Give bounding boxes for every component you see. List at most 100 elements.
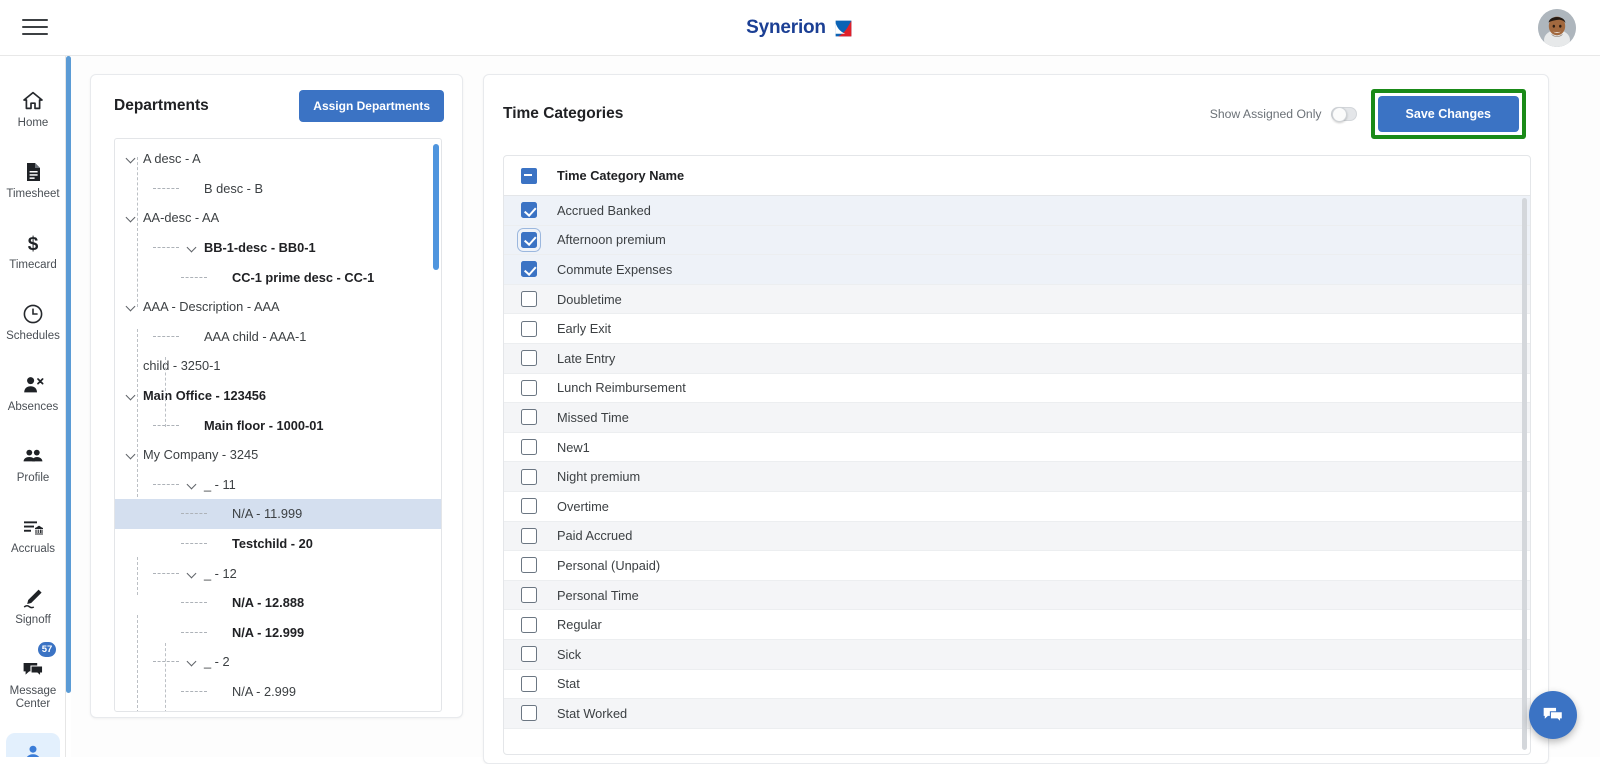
chevron-down-icon[interactable]	[186, 241, 199, 254]
sidebar-item-absences[interactable]: Absences	[0, 356, 66, 427]
table-row[interactable]: Sick	[504, 640, 1530, 670]
chevron-down-icon[interactable]	[186, 478, 199, 491]
tree-item[interactable]: BB-1-desc - BB0-1	[115, 233, 442, 263]
sidebar-item-profile[interactable]: Profile	[0, 427, 66, 498]
sidebar-item-timecard[interactable]: $ Timecard	[0, 214, 66, 285]
sidebar-item-schedules[interactable]: Schedules	[0, 285, 66, 356]
hamburger-menu-icon[interactable]	[22, 16, 48, 38]
time-category-checkbox[interactable]	[521, 498, 537, 514]
time-category-checkbox[interactable]	[521, 676, 537, 692]
tree-item[interactable]: A desc - A	[115, 144, 442, 174]
tree-item-label: Main Office - 123456	[143, 388, 266, 403]
show-assigned-only-toggle[interactable]	[1331, 107, 1357, 121]
sidebar-item-timesheet[interactable]: Timesheet	[0, 143, 66, 214]
table-row[interactable]: Night premium	[504, 462, 1530, 492]
time-category-label: Sick	[557, 647, 581, 662]
table-row[interactable]: Late Entry	[504, 344, 1530, 374]
table-row[interactable]: Early Exit	[504, 314, 1530, 344]
tree-item-label: N/A - 11.999	[232, 506, 302, 521]
tree-item[interactable]: AA-desc - AA	[115, 203, 442, 233]
tree-item[interactable]: _ - 12	[115, 558, 442, 588]
save-changes-button[interactable]: Save Changes	[1378, 96, 1519, 132]
time-category-checkbox[interactable]	[521, 409, 537, 425]
departments-scrollbar-thumb[interactable]	[433, 144, 439, 270]
time-category-checkbox[interactable]	[521, 380, 537, 396]
tree-item[interactable]: B desc - B	[115, 174, 442, 204]
table-row[interactable]: Paid Accrued	[504, 522, 1530, 552]
table-row[interactable]: Commute Expenses	[504, 255, 1530, 285]
tree-leaf-spacer	[214, 685, 227, 698]
tree-item-label: N/A - 12.999	[232, 625, 304, 640]
chevron-down-icon[interactable]	[186, 567, 199, 580]
chat-widget-button[interactable]	[1529, 691, 1577, 739]
tree-leaf-spacer	[214, 537, 227, 550]
tree-item[interactable]: N/A - 11.999	[115, 499, 442, 529]
time-category-checkbox[interactable]	[521, 646, 537, 662]
show-assigned-only-control[interactable]: Show Assigned Only	[1210, 107, 1357, 121]
table-row[interactable]: Stat	[504, 670, 1530, 700]
sidebar-item-signoff[interactable]: Signoff	[0, 569, 66, 640]
list-bank-icon	[21, 515, 45, 539]
time-category-label: Commute Expenses	[557, 262, 672, 277]
sidebar-item-accruals[interactable]: Accruals	[0, 498, 66, 569]
time-category-checkbox[interactable]	[521, 617, 537, 633]
sidebar-nav: Home Timesheet $ Timecard Schedules Abse	[0, 56, 66, 757]
clock-icon	[21, 302, 45, 326]
tree-item-label: AAA - Description - AAA	[143, 299, 280, 314]
table-row[interactable]: New1	[504, 433, 1530, 463]
user-avatar[interactable]	[1538, 9, 1576, 47]
time-category-checkbox[interactable]	[521, 439, 537, 455]
table-row[interactable]: Accrued Banked	[504, 196, 1530, 226]
tree-leaf-spacer	[214, 271, 227, 284]
sidebar-item-label: Absences	[8, 401, 59, 414]
time-category-checkbox[interactable]	[521, 291, 537, 307]
assign-departments-button[interactable]: Assign Departments	[299, 90, 444, 122]
tree-item-label: N/A - 12.888	[232, 595, 304, 610]
tree-item-label: _ - 12	[204, 566, 237, 581]
table-row[interactable]: Doubletime	[504, 285, 1530, 315]
table-row[interactable]: Personal (Unpaid)	[504, 551, 1530, 581]
time-category-checkbox[interactable]	[521, 587, 537, 603]
tree-connector	[153, 661, 179, 662]
departments-tree-scroll[interactable]: A desc - AB desc - BAA-desc - AABB-1-des…	[115, 139, 442, 712]
sidebar-item-admin[interactable]: Admin	[0, 724, 66, 757]
table-row[interactable]: Lunch Reimbursement	[504, 374, 1530, 404]
tree-guide-line	[137, 157, 138, 307]
time-category-checkbox[interactable]	[521, 321, 537, 337]
tree-item[interactable]: Testchild - 20	[115, 529, 442, 559]
table-row[interactable]: Missed Time	[504, 403, 1530, 433]
time-categories-title: Time Categories	[503, 105, 623, 123]
table-row[interactable]: Stat Worked	[504, 699, 1530, 729]
table-row[interactable]: Regular	[504, 610, 1530, 640]
time-category-checkbox[interactable]	[521, 469, 537, 485]
time-category-checkbox[interactable]	[521, 528, 537, 544]
sidebar-item-home[interactable]: Home	[0, 72, 66, 143]
tree-connector	[153, 188, 179, 189]
time-category-label: Overtime	[557, 499, 609, 514]
select-all-checkbox[interactable]	[521, 168, 537, 184]
tree-item[interactable]: My Company - 3245	[115, 440, 442, 470]
tree-guide-line	[165, 643, 166, 712]
table-scrollbar-thumb[interactable]	[1522, 198, 1527, 750]
column-header-time-category-name: Time Category Name	[557, 168, 684, 183]
time-category-checkbox[interactable]	[521, 350, 537, 366]
time-category-checkbox[interactable]	[521, 202, 537, 218]
tree-item[interactable]: CC-1 prime desc - CC-1	[115, 262, 442, 292]
sidebar-item-message-center[interactable]: 57 Message Center	[0, 640, 66, 724]
time-category-label: Late Entry	[557, 351, 615, 366]
time-category-checkbox[interactable]	[521, 705, 537, 721]
time-categories-table: Time Category Name Accrued BankedAfterno…	[503, 155, 1531, 755]
time-category-checkbox[interactable]	[521, 261, 537, 277]
tree-item[interactable]: AAA child - AAA-1	[115, 322, 442, 352]
tree-leaf-spacer	[186, 330, 199, 343]
time-category-checkbox[interactable]	[521, 232, 537, 248]
tree-item[interactable]: AAA - Description - AAA	[115, 292, 442, 322]
table-row[interactable]: Personal Time	[504, 581, 1530, 611]
time-category-checkbox[interactable]	[521, 557, 537, 573]
time-category-label: Stat	[557, 676, 580, 691]
table-row[interactable]: Afternoon premium	[504, 226, 1530, 256]
chevron-down-icon[interactable]	[186, 655, 199, 668]
tree-item[interactable]: N/A - 12.888	[115, 588, 442, 618]
tree-item[interactable]: _ - 11	[115, 470, 442, 500]
table-row[interactable]: Overtime	[504, 492, 1530, 522]
